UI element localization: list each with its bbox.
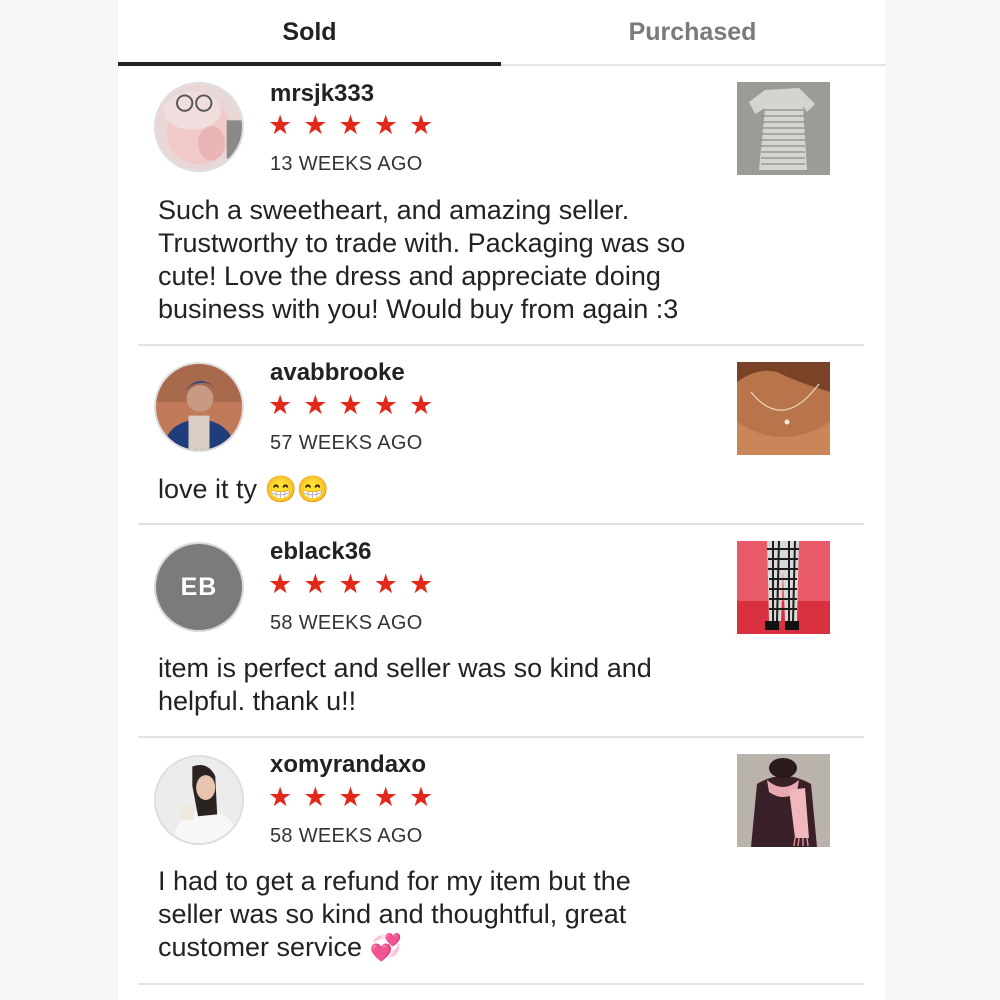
comment-line: item is perfect and seller was so kind a… — [158, 653, 652, 683]
scarf-photo — [737, 754, 830, 847]
star-rating: ★★★★★ — [268, 110, 445, 140]
review-timestamp: 58 WEEKS AGO — [270, 825, 423, 847]
reviewer-username[interactable]: eblack36 — [270, 538, 371, 566]
comment-line: Trustworthy to trade with. Packaging was… — [158, 228, 686, 258]
item-thumbnail[interactable] — [737, 82, 830, 175]
comment-line: cute! Love the dress and appreciate doin… — [158, 261, 661, 291]
comment-line: I had to get a refund for my item but th… — [158, 866, 631, 896]
review-timestamp: 13 WEEKS AGO — [270, 153, 423, 175]
tab-purchased[interactable]: Purchased — [501, 0, 884, 64]
comment-line: customer service — [158, 932, 363, 962]
plaid-pants-photo — [737, 541, 830, 634]
review-comment: I had to get a refund for my item but th… — [158, 865, 838, 964]
necklace-photo — [737, 362, 830, 455]
tab-sold[interactable]: Sold — [118, 0, 501, 64]
review-comment: love it ty 😁😁 — [158, 473, 838, 506]
comment-line-with-emoji: customer service 💞 — [158, 931, 838, 964]
avatar-image — [156, 84, 242, 170]
reviewer-avatar[interactable] — [154, 82, 244, 172]
reviewer-avatar[interactable]: EB — [154, 542, 244, 632]
comment-line: business with you! Would buy from again … — [158, 294, 679, 324]
reviewer-username[interactable]: avabbrooke — [270, 359, 405, 387]
comment-text: love it ty — [158, 474, 258, 504]
tab-bar: Sold Purchased — [118, 0, 886, 66]
comment-line: seller was so kind and thoughtful, great — [158, 899, 627, 929]
reviewer-username[interactable]: mrsjk333 — [270, 80, 374, 108]
review-divider — [138, 523, 864, 525]
review-timestamp: 58 WEEKS AGO — [270, 612, 423, 634]
two-hearts-emoji: 💞 — [369, 932, 402, 962]
star-rating: ★★★★★ — [268, 390, 445, 420]
review-divider — [138, 736, 864, 738]
item-thumbnail[interactable] — [737, 541, 830, 634]
comment-line: helpful. thank u!! — [158, 686, 357, 716]
grinning-emoji: 😁😁 — [264, 474, 330, 504]
item-thumbnail[interactable] — [737, 362, 830, 455]
review-timestamp: 57 WEEKS AGO — [270, 432, 423, 454]
reviewer-avatar[interactable] — [154, 755, 244, 845]
avatar-image — [156, 364, 242, 450]
star-rating: ★★★★★ — [268, 569, 445, 599]
avatar-image — [156, 757, 242, 843]
review-comment: Such a sweetheart, and amazing seller. T… — [158, 194, 838, 326]
item-thumbnail[interactable] — [737, 754, 830, 847]
reviewer-username[interactable]: xomyrandaxo — [270, 751, 426, 779]
star-rating: ★★★★★ — [268, 782, 445, 812]
review-comment: item is perfect and seller was so kind a… — [158, 652, 838, 718]
reviews-panel: Sold Purchased mrsjk333 ★★★★★ 13 WEEKS A… — [118, 0, 886, 1000]
review-divider — [138, 983, 864, 985]
reviewer-avatar[interactable] — [154, 362, 244, 452]
comment-line: Such a sweetheart, and amazing seller. — [158, 195, 630, 225]
dress-photo — [737, 82, 830, 175]
active-tab-indicator — [118, 62, 501, 66]
review-divider — [138, 344, 864, 346]
